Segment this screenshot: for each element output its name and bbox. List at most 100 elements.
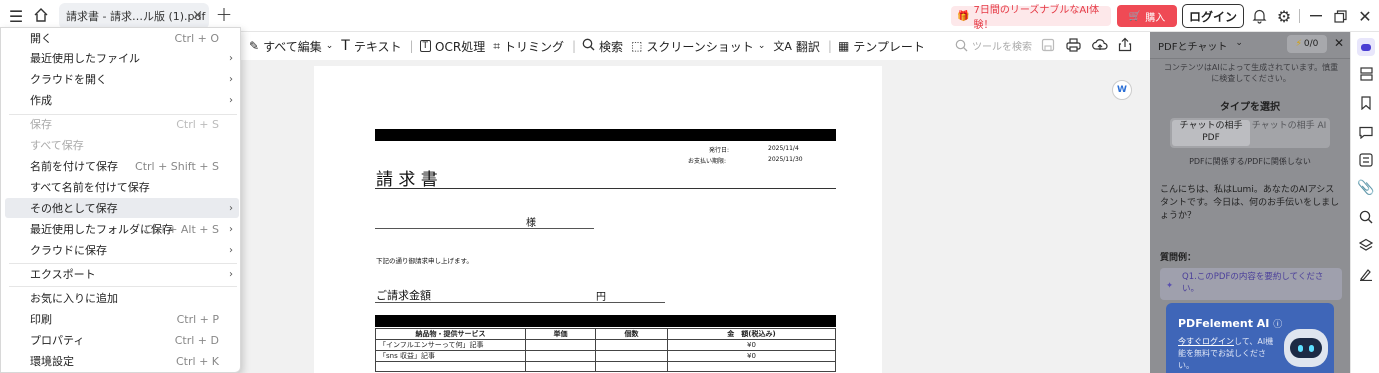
template-icon: ▦ [837,39,850,53]
table-header-cell: 金 額(税込み) [667,328,836,340]
header-black-bar [375,129,836,141]
menu-item-save-all-as[interactable]: すべて名前を付けて保存 [5,177,239,197]
ai-chat-panel: PDFとチャット ⌄ ⚡ 0/0 ✕ コンテンツはAIによって生成されています。… [1150,32,1350,373]
info-icon: ⓘ [1273,320,1283,330]
screenshot-button[interactable]: ⬚ スクリーンショット ⌄ [631,38,765,55]
menu-item-save-recent-folder[interactable]: 最近使用したフォルダに保存 Ctrl + Alt + S › [5,219,239,239]
table-cell [595,361,668,372]
ocr-label: OCR処理 [435,39,486,54]
table-cell [525,361,596,372]
text-icon: T [341,38,350,54]
document-tab-title: 請求書 - 請求…ル版 (1).pdf [66,10,206,23]
chat-mode-select[interactable]: PDFとチャット ⌄ [1158,38,1243,53]
promo-login-link[interactable]: 今すぐログイン [1178,337,1234,346]
search-button[interactable]: 検索 [582,38,623,55]
bell-icon[interactable] [1250,7,1268,25]
table-header-cell: 納品物・提供サービス [375,328,526,340]
layers-icon[interactable] [1357,236,1375,254]
close-window-icon[interactable]: ✕ [1356,7,1374,26]
due-date: 2025/11/30 [768,156,803,163]
menu-item-save-as-other[interactable]: その他として保存 › [5,198,239,218]
ocr-icon: T [419,40,432,52]
hamburger-menu-icon[interactable]: ☰ [7,7,25,26]
edit-all-button[interactable]: ✎ すべて編集 ⌄ [249,38,333,55]
menu-item-create[interactable]: 作成 › [5,90,239,110]
menu-item-label: クラウドに保存 [30,244,107,257]
sparkle-icon: ✦ [1166,281,1174,291]
menu-item-recent-files[interactable]: 最近使用したファイル › [5,48,239,68]
menu-item-save[interactable]: 保存 Ctrl + S [5,114,239,134]
chat-with-pdf-option[interactable]: チャットの相手 PDF [1172,120,1250,146]
login-button[interactable]: ログイン [1182,4,1244,28]
home-icon[interactable] [32,6,50,24]
save-icon[interactable] [1041,38,1055,52]
menu-divider [9,286,237,287]
menu-item-open[interactable]: 開く Ctrl + O [5,28,239,48]
type-title: タイプを選択 [1220,102,1280,113]
ocr-button[interactable]: T OCR処理 [419,38,486,55]
minimize-icon[interactable] [1307,7,1325,25]
tool-search-field[interactable]: ツールを検索 [955,38,1032,53]
menu-item-print[interactable]: 印刷 Ctrl + P [5,309,239,329]
comment-icon[interactable] [1357,123,1375,141]
text-button[interactable]: T テキスト [341,38,401,55]
invoice-title: 請 求 書 [376,170,438,190]
word-convert-badge-icon[interactable]: W [1112,80,1132,100]
menu-item-export[interactable]: エクスポート › [5,264,239,284]
template-button[interactable]: ▦ テンプレート [838,38,925,55]
bookmark-icon[interactable] [1357,94,1375,112]
menu-item-add-favorite[interactable]: お気に入りに追加 [5,288,239,308]
screenshot-icon: ⬚ [631,39,643,53]
chevron-right-icon: › [229,244,233,256]
search-icon [955,39,968,52]
buy-button[interactable]: 🛒 購入 [1117,5,1177,27]
pen-icon: ✎ [249,39,260,53]
chat-mode-label: PDFとチャット [1158,42,1228,53]
attachment-icon[interactable]: 📎 [1357,179,1375,197]
print-icon[interactable] [1066,38,1081,52]
menu-item-preferences[interactable]: 環境設定 Ctrl + K [5,351,239,371]
trim-label: トリミング [503,39,564,54]
menu-item-save-as[interactable]: 名前を付けて保存 Ctrl + Shift + S [5,156,239,176]
cloud-upload-icon[interactable] [1092,38,1108,52]
menu-item-label: 名前を付けて保存 [30,160,118,173]
close-chat-icon[interactable]: ✕ [1334,36,1344,50]
menu-item-save-cloud[interactable]: クラウドに保存 › [5,240,239,260]
chat-with-ai-option[interactable]: チャットの相手 AI [1250,120,1328,146]
share-icon[interactable] [1118,37,1132,52]
table-header-cell: 個数 [595,328,668,340]
translate-button[interactable]: 文A 翻訳 [773,38,820,55]
menu-item-save-all[interactable]: すべて保存 [5,135,239,155]
cart-icon: 🛒 [1128,10,1142,22]
menu-item-label: 保存 [30,118,52,131]
menu-item-properties[interactable]: プロパティ Ctrl + D [5,330,239,350]
table-row [375,361,836,372]
credit-counter: ⚡ 0/0 [1287,35,1327,53]
settings-icon[interactable]: ⚙ [1275,7,1293,26]
example-question-1[interactable]: ✦ Q1.このPDFの内容を要約してください。 [1160,268,1342,300]
close-tab-icon[interactable]: × [192,8,203,23]
search-icon[interactable] [1357,208,1375,226]
pdf-page: 発行日: 2025/11/4 お支払い期限: 2025/11/30 請 求 書 … [314,66,882,373]
menu-item-open-cloud[interactable]: クラウドを開く › [5,69,239,89]
search-label: 検索 [599,39,624,54]
promo-banner[interactable]: 🎁 7日間のリーズナブルなAI体験！ [951,5,1111,31]
document-tab[interactable]: 請求書 - 請求…ル版 (1).pdf × [59,3,209,29]
crop-icon: ⌗ [493,38,500,53]
menu-item-label: その他として保存 [30,202,118,215]
chevron-down-icon: ⌄ [1235,38,1243,48]
robot-mascot-icon [1284,329,1328,367]
table-cell [525,339,596,351]
promo-body: 今すぐログインして、AI機能を無料でお試しください。 [1178,336,1278,372]
recipient-sama: 様 [526,218,536,229]
signature-icon[interactable] [1357,265,1375,283]
thumbnails-icon[interactable] [1357,65,1375,83]
issue-date: 2025/11/4 [768,145,799,152]
ai-assistant-icon[interactable] [1357,38,1375,56]
form-fields-icon[interactable] [1357,151,1375,169]
menu-item-label: エクスポート [30,268,96,281]
new-tab-icon[interactable]: + [214,2,234,26]
restore-icon[interactable] [1331,7,1349,25]
table-header-cell: 単価 [525,328,596,340]
trim-button[interactable]: ⌗ トリミング [493,38,564,55]
